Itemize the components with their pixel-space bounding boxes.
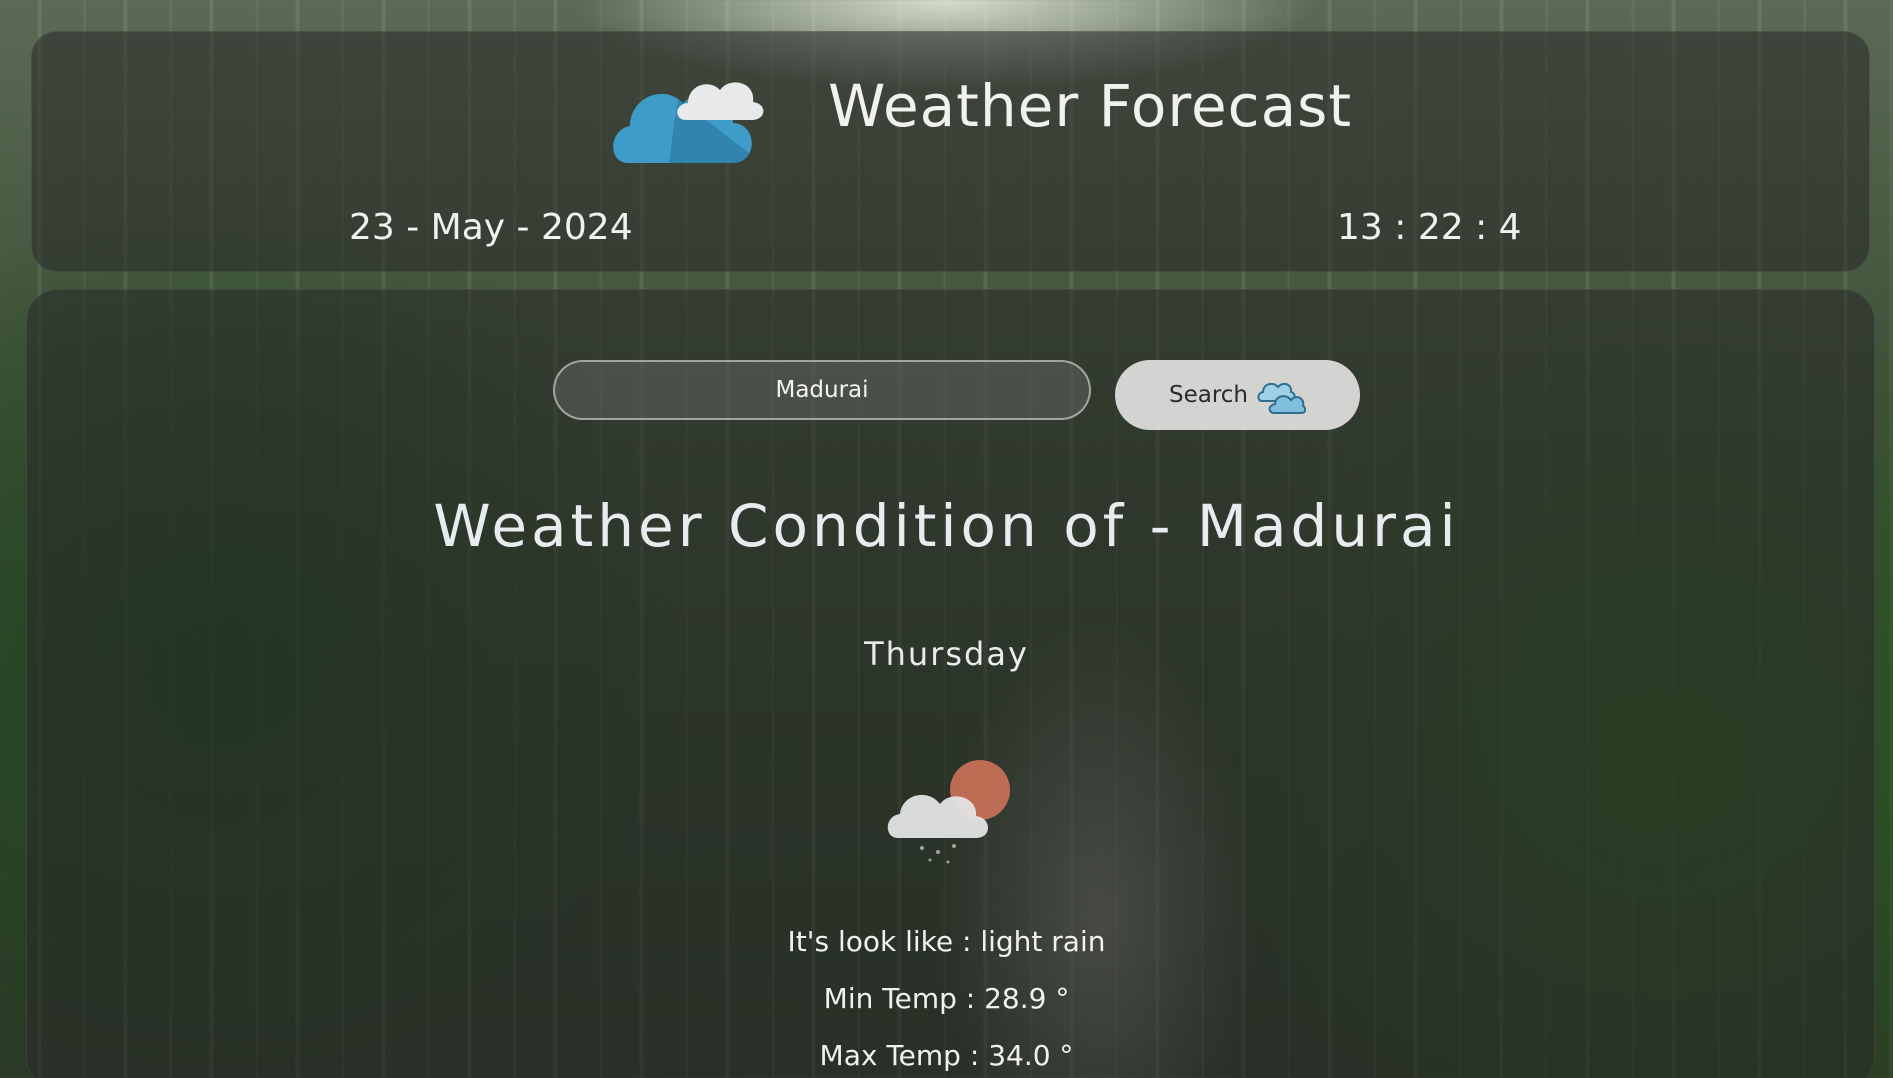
min-temp: Min Temp : 28.9 ° [823, 982, 1070, 1015]
search-button-label: Search [1168, 382, 1249, 408]
weekday: Thursday [864, 635, 1029, 673]
clouds-icon [1257, 382, 1307, 414]
condition-description: It's look like : light rain [787, 925, 1106, 958]
light-rain-icon [887, 760, 1010, 864]
search-button[interactable]: Search [1115, 360, 1360, 430]
cloud-icon [613, 82, 764, 164]
condition-title: Weather Condition of - Madurai [433, 492, 1460, 560]
current-time: 13 : 22 : 4 [1337, 207, 1522, 248]
header-panel [31, 31, 1870, 272]
max-temp: Max Temp : 34.0 ° [819, 1039, 1074, 1072]
app-title: Weather Forecast [828, 72, 1353, 140]
current-date: 23 - May - 2024 [349, 207, 633, 248]
city-search-input[interactable] [553, 360, 1091, 420]
